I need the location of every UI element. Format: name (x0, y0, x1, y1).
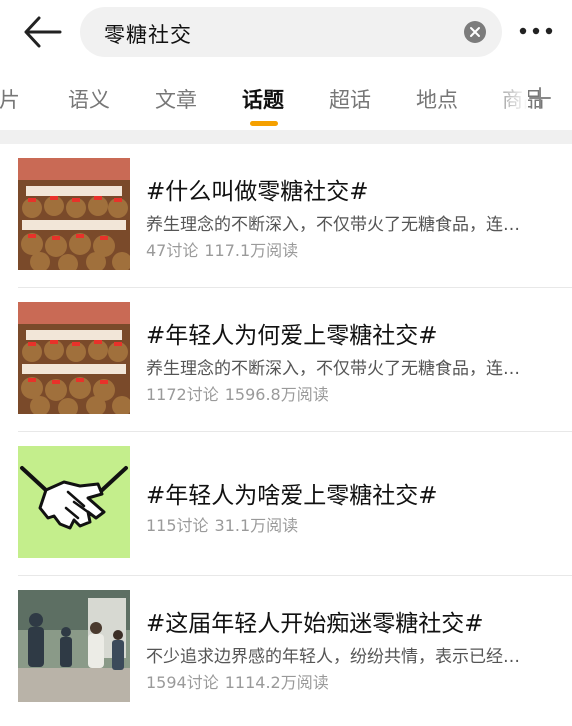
discussion-count: 1594讨论 (146, 673, 219, 692)
topic-title: #这届年轻人开始痴迷零糖社交# (146, 611, 484, 637)
read-count: 1114.2万阅读 (224, 673, 329, 692)
tab-bar: 图片 语义 文章 话题 超话 地点 商品 (0, 64, 572, 130)
topic-item[interactable]: #什么叫做零糖社交# 养生理念的不断深入，不仅带火了无糖食品，连… 47讨论 11… (0, 144, 572, 288)
search-input[interactable]: 零糖社交 (80, 7, 502, 57)
read-count: 31.1万阅读 (214, 516, 299, 535)
tab-pictures[interactable]: 图片 (0, 84, 20, 114)
discussion-count: 1172讨论 (146, 385, 219, 404)
topic-title: #什么叫做零糖社交# (146, 179, 369, 205)
read-count: 117.1万阅读 (204, 241, 299, 260)
topic-description: 养生理念的不断深入，不仅带火了无糖食品，连… (146, 215, 520, 235)
handshake-icon (18, 446, 130, 558)
tab-places[interactable]: 地点 (416, 84, 458, 114)
topic-item[interactable]: #这届年轻人开始痴迷零糖社交# 不少追求边界感的年轻人，纷纷共情，表示已经… 1… (0, 576, 572, 720)
clear-icon[interactable] (464, 21, 486, 43)
search-query: 零糖社交 (104, 23, 192, 47)
tab-fade (488, 64, 528, 130)
tab-super-topics[interactable]: 超话 (329, 84, 371, 114)
topic-item[interactable]: #年轻人为何爱上零糖社交# 养生理念的不断深入，不仅带火了无糖食品，连… 117… (0, 288, 572, 432)
discussion-count: 115讨论 (146, 516, 209, 535)
tab-topics[interactable]: 话题 (242, 84, 284, 114)
topic-title: #年轻人为何爱上零糖社交# (146, 323, 438, 349)
topic-thumbnail (18, 158, 130, 270)
active-tab-indicator (250, 121, 278, 126)
discussion-count: 47讨论 (146, 241, 199, 260)
topic-thumbnail (18, 590, 130, 702)
topic-stats: 1594讨论 1114.2万阅读 (146, 669, 329, 693)
topic-item[interactable]: #年轻人为啥爱上零糖社交# 115讨论 31.1万阅读 (0, 432, 572, 576)
topic-stats: 1172讨论 1596.8万阅读 (146, 381, 329, 405)
topic-description: 不少追求边界感的年轻人，纷纷共情，表示已经… (146, 647, 520, 667)
top-bar: 零糖社交 (0, 0, 572, 64)
back-arrow-icon[interactable] (22, 14, 62, 50)
tab-articles[interactable]: 文章 (155, 84, 197, 114)
topic-stats: 47讨论 117.1万阅读 (146, 237, 298, 261)
topic-description: 养生理念的不断深入，不仅带火了无糖食品，连… (146, 359, 520, 379)
topic-thumbnail (18, 302, 130, 414)
topic-stats: 115讨论 31.1万阅读 (146, 512, 298, 536)
read-count: 1596.8万阅读 (224, 385, 329, 404)
topic-title: #年轻人为啥爱上零糖社交# (146, 483, 438, 509)
section-divider (0, 130, 572, 144)
tab-semantic[interactable]: 语义 (68, 84, 110, 114)
add-icon[interactable] (528, 86, 552, 110)
more-icon[interactable] (518, 21, 558, 41)
